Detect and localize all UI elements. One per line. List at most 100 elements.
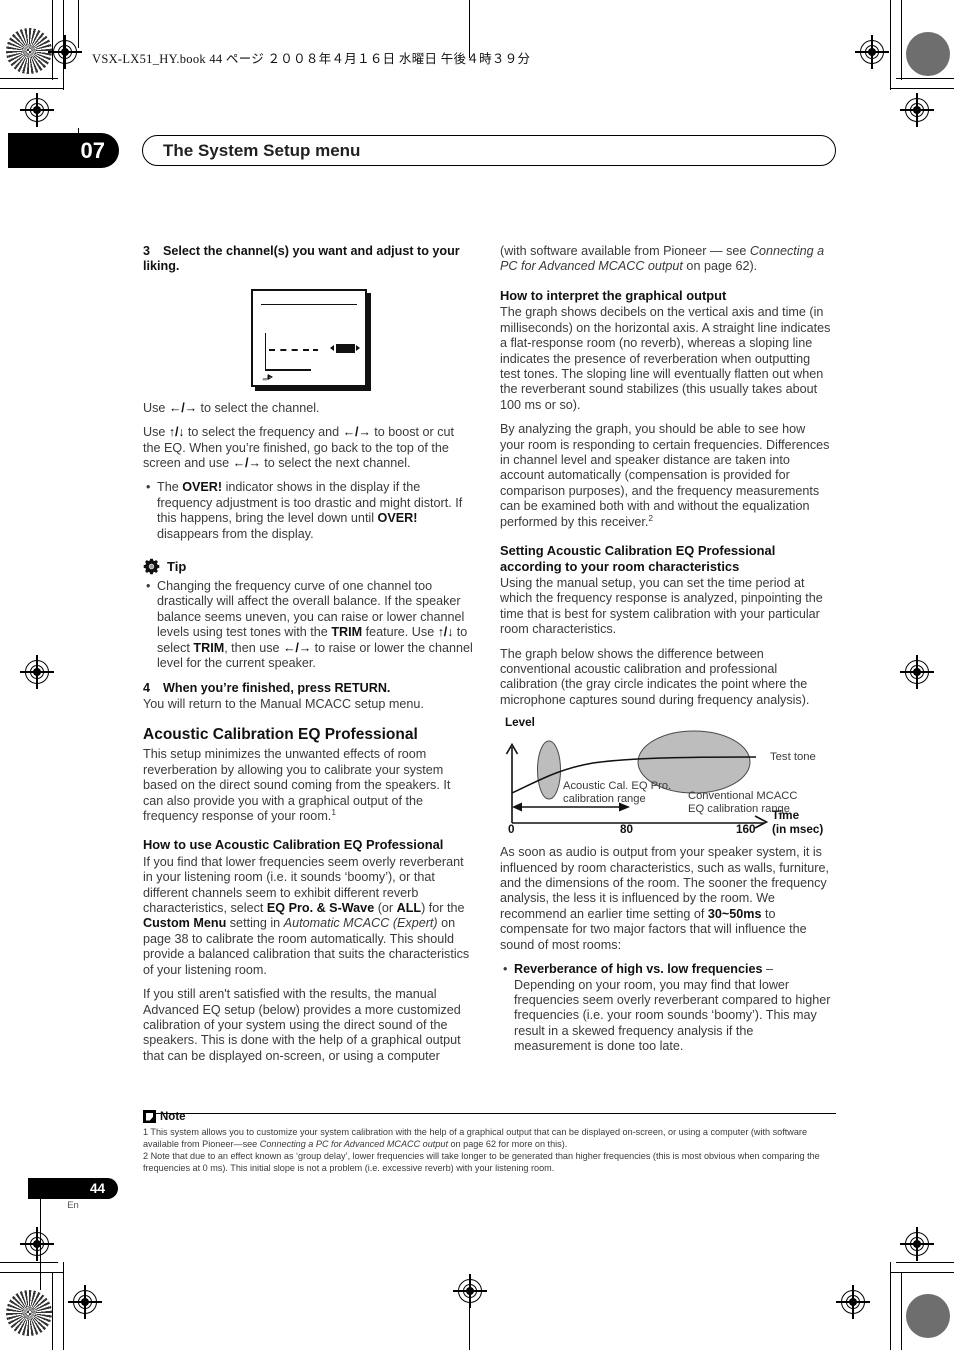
use-frequency-paragraph: Use ↑/↓ to select the frequency and ←/→ … [143,425,474,471]
crop-line-br-h1 [896,1262,954,1264]
step-3-heading: 3 Select the channel(s) you want and adju… [143,244,474,275]
continued-text-2: on page 62). [682,259,758,274]
custom-menu-label: Custom Menu [143,916,227,931]
note-divider [143,1113,836,1114]
crop-line-tl-h2 [0,88,64,90]
interpret-2-text: By analyzing the graph, you should be ab… [500,422,830,529]
registration-mark-right-upper [900,93,934,127]
eq-pro-s-wave-label: EQ Pro. & S-Wave [266,901,375,916]
star-target-mark-top-left [6,28,52,74]
chart-conventional-range-line1: Conventional MCACC [688,790,798,803]
heading-setting-acoustic: Setting Acoustic Calibration EQ Professi… [500,543,776,574]
left-right-arrow-icon-3: ←/→ [232,456,261,471]
calibration-range-arrow-left-head [512,802,522,812]
footnote-2: 2 Note that due to an effect known as ‘g… [143,1150,820,1173]
crop-line-br-v2 [890,1262,892,1350]
acoustic-cal-eq-pro-range-ellipse [537,740,561,800]
paragraph-continued-software: (with software available from Pioneer — … [500,244,831,275]
footnote-ref-2: 2 [648,512,654,523]
heading-acoustic-calibration-eq-professional: Acoustic Calibration EQ Professional [143,726,418,744]
crop-line-bl-h1 [0,1262,58,1264]
over-text-1: The [157,480,183,495]
connecting-ref-head: Connecting [749,244,814,258]
time-setting-label: 30~50ms [707,906,762,921]
osd-dash-tail [312,348,318,351]
footnote-1-italic-ref: Connecting a PC for Advanced MCACC outpu… [259,1138,448,1149]
over-label-2: OVER! [377,511,418,526]
right-text-column: (with software available from Pioneer — … [500,244,831,1064]
paragraph-interpret-1: The graph shows decibels on the vertical… [500,305,831,412]
chart-x-tick-160: 160 [736,823,756,837]
osd-left-arrow-icon [329,344,334,351]
trim-label-1: TRIM [331,625,363,640]
over-text-3: disappears from the display. [157,526,314,541]
use-word-2: Use [143,425,166,440]
reverberance-list: Reverberance of high vs. low frequencies… [500,962,831,1054]
list-item: Reverberance of high vs. low frequencies… [500,962,831,1054]
registration-mark-bottom-right [836,1285,870,1319]
step-4-heading: 4 When you’re finished, press RETURN. [143,681,474,696]
crop-line-head-tick [78,0,80,48]
step-4-title: When you’re finished, press RETURN. [163,680,391,695]
crop-line-bottom-center [469,1292,471,1350]
crop-line-br-h2 [890,1272,954,1274]
chart-x-axis-unit: (in msec) [772,822,824,836]
tip-label: Tip [167,558,187,574]
crop-line-bl-v2 [63,1262,65,1350]
level-time-chart: Level Test tone Acoustic Cal. EQ Pro. ca… [498,716,830,837]
registration-mark-left-middle [20,655,54,689]
registration-mark-left-upper [20,93,54,127]
osd-right-arrow-icon [355,344,360,351]
crop-line-tr-h1 [896,78,954,80]
page-language-label: En [67,1200,79,1211]
crop-line-bl-v1 [52,1272,54,1350]
print-job-info-line: VSX-LX51_HY.book 44 ページ ２００８年４月１６日 水曜日 午… [92,52,531,66]
footnotes-block: 1 This system allows you to customize yo… [143,1127,837,1175]
howto-text-4: setting in [226,916,284,931]
crop-line-br-v1 [901,1272,903,1350]
over-indicator-list: The OVER! indicator shows in the display… [143,480,474,542]
registration-mark-left-lower [20,1227,54,1261]
footnote-1-tail: on page 62 for more on this). [447,1138,568,1149]
chart-x-tick-80: 80 [620,823,634,837]
chart-y-axis-label: Level [505,716,535,730]
paragraph-interpret-2: By analyzing the graph, you should be ab… [500,422,831,530]
note-heading-label: Note [160,1110,186,1123]
registration-mark-top-right [855,35,889,69]
tip-text-2: feature. Use [362,625,438,640]
paragraph-acoustic-text: This setup minimizes the unwanted effect… [143,747,451,823]
trim-label-2: TRIM [193,640,225,655]
up-down-arrow-icon-2: ↑/↓ [437,625,454,640]
use-word-1: Use [143,400,166,415]
reverberance-dash: – [762,962,773,977]
note-icon [143,1110,156,1123]
chart-test-tone-label: Test tone [770,751,816,764]
paragraph-advanced-eq: If you still aren't satisfied with the r… [143,987,461,1063]
chart-acoustic-range-line2: calibration range [563,793,646,806]
chart-acoustic-range-label: Acoustic Cal. EQ Pro. calibration range [563,780,671,806]
chart-x-tick-0: 0 [508,823,515,837]
heading-how-to-use: How to use Acoustic Calibration EQ Profe… [143,837,444,853]
paragraph-acoustic-intro: This setup minimizes the unwanted effect… [143,747,474,824]
list-item: The OVER! indicator shows in the display… [143,480,474,542]
use-channel-paragraph: Use ←/→ to select the channel. [143,401,474,416]
reverberance-title: Reverberance of high vs. low frequencies [514,962,763,977]
chart-acoustic-range-line1: Acoustic Cal. EQ Pro. [563,780,672,793]
step-4-body: You will return to the Manual MCACC setu… [143,696,424,711]
osd-top-rule [260,303,357,306]
howto-text-3: ) for the [421,901,465,916]
registration-mark-right-middle [900,655,934,689]
osd-illustration [250,288,371,391]
step-3-number: 3 [143,244,151,258]
tip-text-4: , then use [224,640,283,655]
note-heading: Note [143,1110,186,1123]
left-right-arrow-icon-2: ←/→ [342,425,371,440]
page-number-badge: 44 [28,1178,118,1199]
crop-line-tl-h1 [0,78,58,80]
osd-horizontal-axis [264,368,311,371]
tip-list: Changing the frequency curve of one chan… [143,579,474,671]
gray-disc-mark-top-right [906,32,950,76]
paragraph-setting-2: The graph below shows the difference bet… [500,646,810,707]
crop-line-tr-h2 [890,88,954,90]
after-chart-text-1: As soon as audio is output from your spe… [500,845,829,921]
